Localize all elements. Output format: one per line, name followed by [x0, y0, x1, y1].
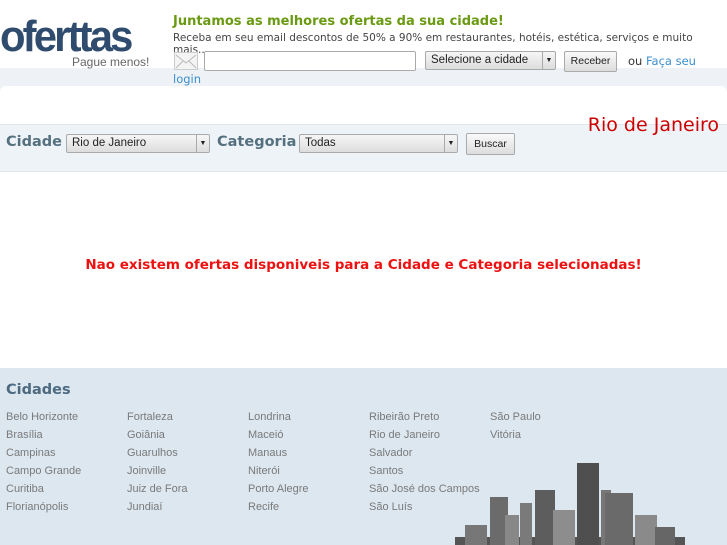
city-link[interactable]: Rio de Janeiro	[369, 426, 487, 444]
city-link[interactable]: Goiânia	[127, 426, 245, 444]
city-link[interactable]: Ribeirão Preto	[369, 408, 487, 426]
category-select-value: Todas	[305, 137, 336, 149]
city-link[interactable]: Londrina	[248, 408, 366, 426]
city-link[interactable]: Brasília	[6, 426, 124, 444]
city-select-value: Selecione a cidade	[431, 54, 529, 66]
cities-title: Cidades	[6, 382, 71, 398]
chevron-down-icon: ▼	[196, 135, 209, 152]
city-label: Cidade	[6, 134, 62, 150]
category-select[interactable]: Todas ▼	[299, 134, 458, 153]
city-link[interactable]: Jundiaí	[127, 498, 245, 516]
city-link[interactable]: Belo Horizonte	[6, 408, 124, 426]
city-link[interactable]: Florianópolis	[6, 498, 124, 516]
header: oferttas Pague menos! Juntamos as melhor…	[0, 0, 727, 98]
logo-slogan: Pague menos!	[72, 55, 150, 69]
city-link[interactable]: Joinville	[127, 462, 245, 480]
cities-column: São Paulo Vitória	[490, 408, 608, 444]
city-link[interactable]: São Paulo	[490, 408, 608, 426]
city-select[interactable]: Rio de Janeiro ▼	[66, 134, 210, 153]
login-prompt: ou Faça seu	[628, 54, 696, 68]
city-link[interactable]: Fortaleza	[127, 408, 245, 426]
city-link[interactable]: Porto Alegre	[248, 480, 366, 498]
or-text: ou	[628, 54, 643, 68]
city-link[interactable]: Juiz de Fora	[127, 480, 245, 498]
main-content: Cidade Rio de Janeiro ▼ Categoria Todas ▼ …	[0, 86, 727, 368]
chevron-down-icon: ▼	[542, 52, 555, 69]
city-link[interactable]: Campinas	[6, 444, 124, 462]
chevron-down-icon: ▼	[444, 135, 457, 152]
city-skyline-image	[455, 463, 685, 545]
login-link-cont[interactable]: login	[173, 72, 201, 86]
cities-column: Londrina Maceió Manaus Niterói Porto Alegre R…	[248, 408, 366, 516]
city-select-header[interactable]: Selecione a cidade ▼	[425, 51, 556, 70]
no-offers-message: Nao existem ofertas disponiveis para a C…	[85, 257, 642, 273]
cities-column: Fortaleza Goiânia Guarulhos Joinville Juiz d…	[127, 408, 245, 516]
current-city-title: Rio de Janeiro	[587, 114, 719, 136]
email-input[interactable]	[204, 51, 416, 71]
city-link[interactable]: Recife	[248, 498, 366, 516]
tagline: Juntamos as melhores ofertas da sua cida…	[173, 14, 504, 29]
city-link[interactable]: Curitiba	[6, 480, 124, 498]
city-link[interactable]: Manaus	[248, 444, 366, 462]
city-select-value: Rio de Janeiro	[72, 137, 147, 149]
city-link[interactable]: Maceió	[248, 426, 366, 444]
city-link[interactable]: Niterói	[248, 462, 366, 480]
city-link[interactable]: Campo Grande	[6, 462, 124, 480]
city-link[interactable]: Guarulhos	[127, 444, 245, 462]
receive-button[interactable]: Receber	[564, 51, 617, 72]
search-button[interactable]: Buscar	[466, 133, 515, 155]
envelope-icon	[174, 52, 198, 70]
city-link[interactable]: Vitória	[490, 426, 608, 444]
category-label: Categoria	[217, 134, 297, 150]
login-link[interactable]: Faça seu	[646, 54, 696, 68]
cities-column: Belo Horizonte Brasília Campinas Campo Gran…	[6, 408, 124, 516]
